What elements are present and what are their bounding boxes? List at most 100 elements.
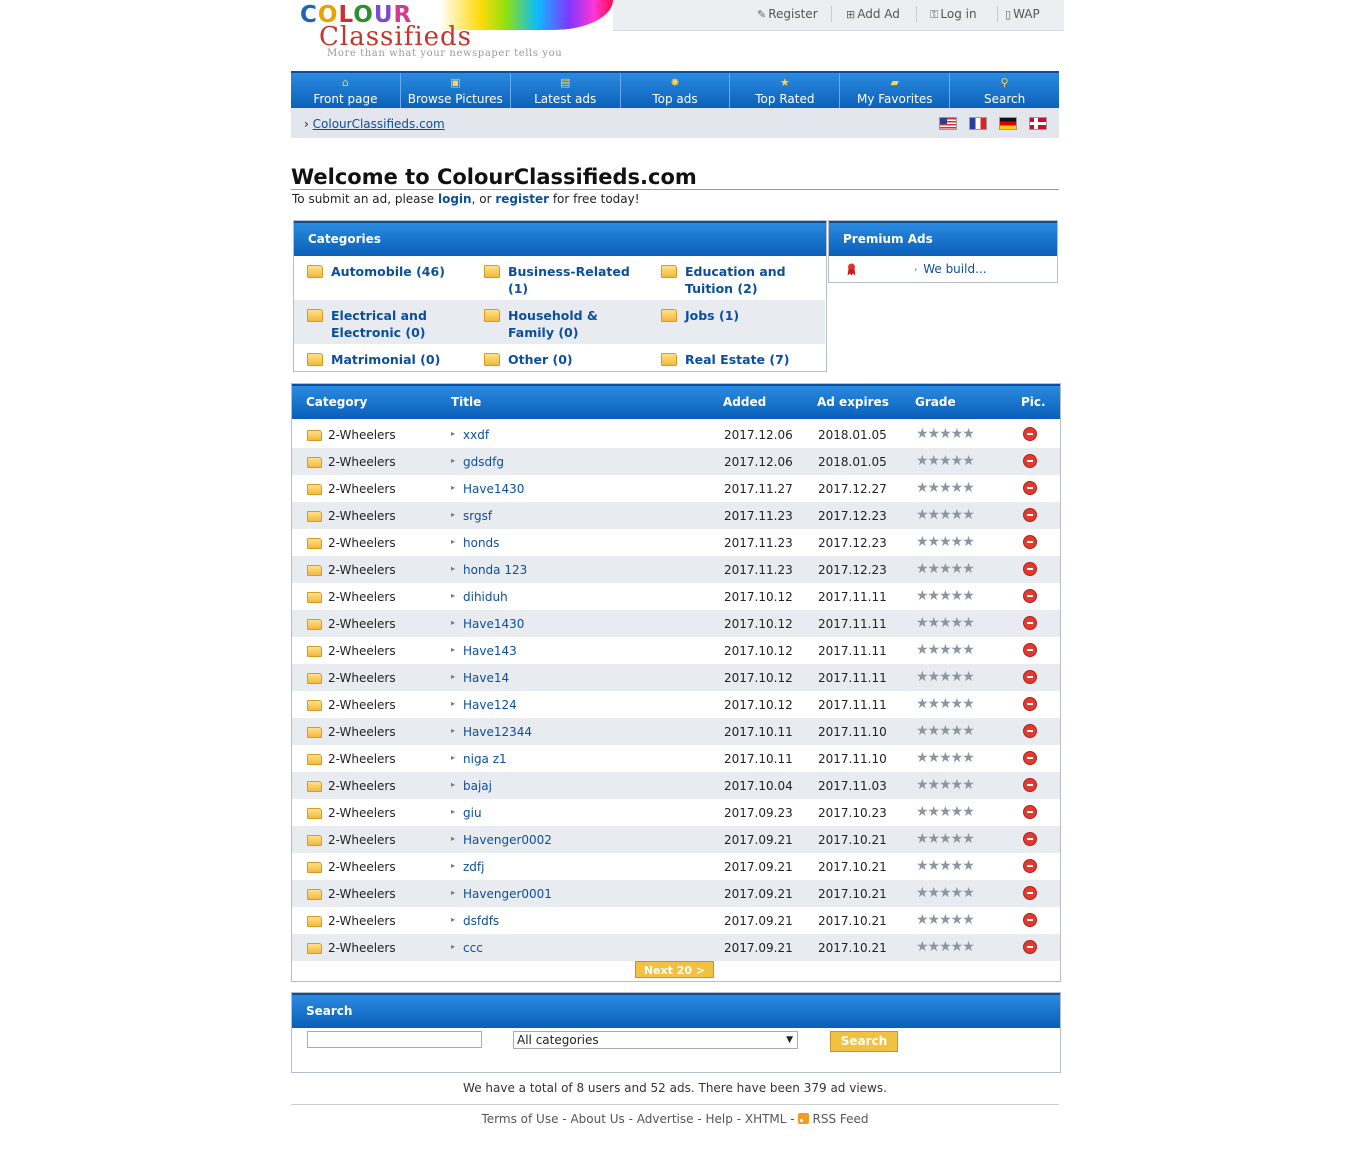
row-category[interactable]: 2-Wheelers (328, 617, 396, 631)
row-category[interactable]: 2-Wheelers (328, 455, 396, 469)
row-category[interactable]: 2-Wheelers (328, 725, 396, 739)
category-item[interactable]: Real Estate (7) (648, 344, 825, 373)
table-row[interactable]: 2-Wheelers ▸ Have1430 2017.10.12 2017.11.11 ★… (292, 610, 1060, 637)
nav-top-rated[interactable]: ★ Top Rated (730, 73, 841, 110)
row-title-link[interactable]: honda 123 (463, 563, 527, 577)
row-category[interactable]: 2-Wheelers (328, 698, 396, 712)
row-title-link[interactable]: dsfdfs (463, 914, 499, 928)
category-item[interactable]: Automobile (46) (294, 256, 471, 300)
category-item[interactable]: Jobs (1) (648, 300, 825, 344)
category-item[interactable]: Other (0) (471, 344, 648, 373)
row-category[interactable]: 2-Wheelers (328, 779, 396, 793)
row-category[interactable]: 2-Wheelers (328, 860, 396, 874)
row-category[interactable]: 2-Wheelers (328, 563, 396, 577)
table-row[interactable]: 2-Wheelers ▸ srgsf 2017.11.23 2017.12.23 ★★★★… (292, 502, 1060, 529)
row-category[interactable]: 2-Wheelers (328, 482, 396, 496)
no-flag-icon[interactable] (1029, 117, 1047, 130)
row-category[interactable]: 2-Wheelers (328, 536, 396, 550)
row-title-link[interactable]: honds (463, 536, 499, 550)
row-category[interactable]: 2-Wheelers (328, 428, 396, 442)
premium-ad-item[interactable]: › We build... (829, 256, 1057, 282)
row-title-link[interactable]: Havenger0002 (463, 833, 552, 847)
nav-search[interactable]: ⚲ Search (950, 73, 1059, 110)
nav-my-favorites[interactable]: ▰ My Favorites (840, 73, 951, 110)
nav-latest-ads[interactable]: ▤ Latest ads (511, 73, 621, 110)
row-title-link[interactable]: srgsf (463, 509, 492, 523)
table-row[interactable]: 2-Wheelers ▸ bajaj 2017.10.04 2017.11.03 ★★★★… (292, 772, 1060, 799)
col-category[interactable]: Category (306, 395, 367, 409)
help-link[interactable]: Help (706, 1112, 733, 1126)
fr-flag-icon[interactable] (969, 117, 987, 130)
search-button[interactable]: Search (830, 1031, 898, 1052)
col-expires[interactable]: Ad expires (817, 395, 889, 409)
row-category[interactable]: 2-Wheelers (328, 590, 396, 604)
table-row[interactable]: 2-Wheelers ▸ Have14 2017.10.12 2017.11.11 ★★★… (292, 664, 1060, 691)
row-title-link[interactable]: Have124 (463, 698, 517, 712)
login-inline-link[interactable]: login (438, 192, 472, 206)
table-row[interactable]: 2-Wheelers ▸ Have12344 2017.10.11 2017.11.10… (292, 718, 1060, 745)
breadcrumb-home-link[interactable]: ColourClassifieds.com (313, 117, 445, 131)
search-input[interactable] (307, 1031, 482, 1048)
row-category[interactable]: 2-Wheelers (328, 941, 396, 955)
col-title[interactable]: Title (451, 395, 481, 409)
table-row[interactable]: 2-Wheelers ▸ honda 123 2017.11.23 2017.12.23… (292, 556, 1060, 583)
add-ad-link[interactable]: ⊞ Add Ad (846, 7, 900, 21)
terms-link[interactable]: Terms of Use (482, 1112, 559, 1126)
col-grade[interactable]: Grade (915, 395, 956, 409)
row-category[interactable]: 2-Wheelers (328, 752, 396, 766)
row-category[interactable]: 2-Wheelers (328, 509, 396, 523)
de-flag-icon[interactable] (999, 117, 1017, 130)
row-title-link[interactable]: Havenger0001 (463, 887, 552, 901)
row-title-link[interactable]: dihiduh (463, 590, 508, 604)
row-category[interactable]: 2-Wheelers (328, 887, 396, 901)
row-category[interactable]: 2-Wheelers (328, 914, 396, 928)
table-row[interactable]: 2-Wheelers ▸ giu 2017.09.23 2017.10.23 ★★★★★ (292, 799, 1060, 826)
row-title-link[interactable]: zdfj (463, 860, 484, 874)
table-row[interactable]: 2-Wheelers ▸ Have143 2017.10.12 2017.11.11 ★★… (292, 637, 1060, 664)
table-row[interactable]: 2-Wheelers ▸ Have124 2017.10.12 2017.11.11 ★★… (292, 691, 1060, 718)
row-category[interactable]: 2-Wheelers (328, 833, 396, 847)
row-title-link[interactable]: Have143 (463, 644, 517, 658)
table-row[interactable]: 2-Wheelers ▸ xxdf 2017.12.06 2018.01.05 ★★★★★ (292, 421, 1060, 448)
table-row[interactable]: 2-Wheelers ▸ dihiduh 2017.10.12 2017.11.11 ★★… (292, 583, 1060, 610)
category-item[interactable]: Household & Family (0) (471, 300, 648, 344)
category-item[interactable]: Electrical and Electronic (0) (294, 300, 471, 344)
table-row[interactable]: 2-Wheelers ▸ honds 2017.11.23 2017.12.23 ★★★★… (292, 529, 1060, 556)
table-row[interactable]: 2-Wheelers ▸ Havenger0002 2017.09.21 2017.10… (292, 826, 1060, 853)
row-title-link[interactable]: Have1430 (463, 482, 524, 496)
row-title-link[interactable]: ccc (463, 941, 483, 955)
table-row[interactable]: 2-Wheelers ▸ Havenger0001 2017.09.21 2017.10… (292, 880, 1060, 907)
row-title-link[interactable]: giu (463, 806, 482, 820)
register-link[interactable]: ✎ Register (757, 7, 818, 21)
table-row[interactable]: 2-Wheelers ▸ dsfdfs 2017.09.21 2017.10.21 ★★★… (292, 907, 1060, 934)
nav-top-ads[interactable]: ✸ Top ads (621, 73, 731, 110)
table-row[interactable]: 2-Wheelers ▸ zdfj 2017.09.21 2017.10.21 ★★★★★ (292, 853, 1060, 880)
col-added[interactable]: Added (723, 395, 766, 409)
premium-ad-link[interactable]: We build... (923, 262, 986, 276)
category-item[interactable]: Business-Related (1) (471, 256, 648, 300)
table-row[interactable]: 2-Wheelers ▸ gdsdfg 2017.12.06 2018.01.05 ★★★… (292, 448, 1060, 475)
nav-front-page[interactable]: ⌂ Front page (291, 73, 401, 110)
row-title-link[interactable]: xxdf (463, 428, 489, 442)
row-title-link[interactable]: niga z1 (463, 752, 507, 766)
table-row[interactable]: 2-Wheelers ▸ Have1430 2017.11.27 2017.12.27 ★… (292, 475, 1060, 502)
row-title-link[interactable]: gdsdfg (463, 455, 504, 469)
nav-browse-pictures[interactable]: ▣ Browse Pictures (401, 73, 511, 110)
login-link[interactable]: ⚿ Log in (930, 7, 977, 22)
register-inline-link[interactable]: register (495, 192, 549, 206)
row-category[interactable]: 2-Wheelers (328, 671, 396, 685)
category-item[interactable]: Education and Tuition (2) (648, 256, 825, 300)
category-item[interactable]: Matrimonial (0) (294, 344, 471, 373)
advertise-link[interactable]: Advertise (637, 1112, 694, 1126)
next-page-button[interactable]: Next 20 > (635, 961, 714, 978)
row-category[interactable]: 2-Wheelers (328, 806, 396, 820)
row-title-link[interactable]: Have12344 (463, 725, 532, 739)
wap-link[interactable]: ▯ WAP (1005, 7, 1040, 21)
site-logo[interactable]: COLOUR Classifieds More than what your n… (297, 0, 613, 62)
rss-link[interactable]: RSS Feed (798, 1112, 869, 1126)
table-row[interactable]: 2-Wheelers ▸ ccc 2017.09.21 2017.10.21 ★★★★★ (292, 934, 1060, 961)
row-title-link[interactable]: Have14 (463, 671, 509, 685)
row-title-link[interactable]: bajaj (463, 779, 492, 793)
xhtml-link[interactable]: XHTML (745, 1112, 787, 1126)
category-select[interactable]: All categories ▼ (513, 1031, 798, 1049)
